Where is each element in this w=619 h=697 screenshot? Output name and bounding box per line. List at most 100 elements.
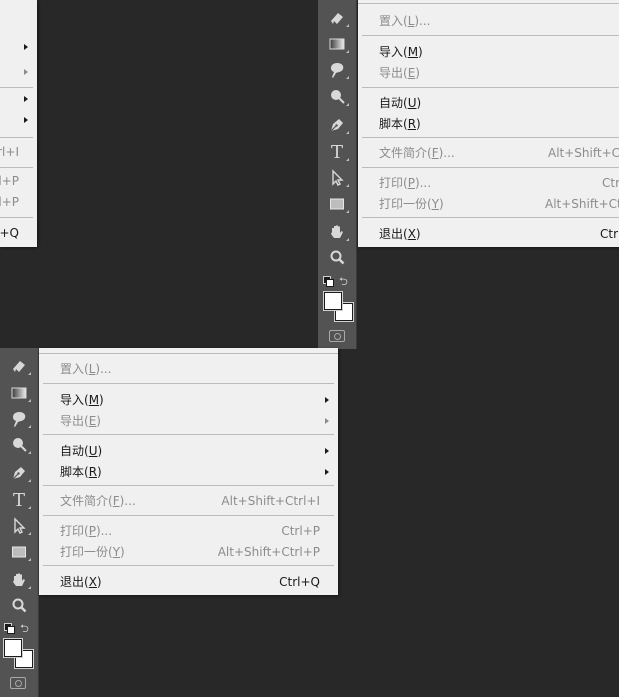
rectangle-tool-icon bbox=[12, 546, 26, 558]
tools-panel-bottom: T ⮌ bbox=[0, 348, 39, 697]
menu-item-exit-fragment[interactable]: +Q bbox=[0, 223, 37, 244]
menu-item-automate-fragment[interactable] bbox=[0, 89, 37, 110]
menu-item-label: 置入(L)... bbox=[60, 362, 112, 376]
file-menu-fragment-left: rl+I l+P l+P +Q bbox=[0, 0, 37, 247]
dodge-tool-icon bbox=[13, 438, 27, 452]
menu-item-automate[interactable]: 自动(U) bbox=[358, 93, 619, 114]
shortcut-text: Alt+Shift+Ctrl+P bbox=[217, 545, 320, 559]
menu-item-scripts[interactable]: 脚本(R) bbox=[39, 462, 338, 483]
menu-item-label: 导入(M) bbox=[379, 45, 423, 59]
menu-item-exit[interactable]: 退出(X) Ctrl bbox=[358, 224, 619, 245]
menu-item-label: 文件简介(F)... bbox=[60, 494, 136, 508]
gradient-tool[interactable] bbox=[0, 381, 38, 405]
gradient-tool[interactable] bbox=[318, 32, 356, 56]
eraser-tool[interactable] bbox=[0, 354, 38, 378]
menu-item-print-fragment[interactable]: l+P bbox=[0, 171, 37, 192]
rectangle-tool[interactable] bbox=[0, 540, 38, 564]
blur-tool[interactable] bbox=[318, 58, 356, 82]
menu-item-file-info[interactable]: 文件简介(F)... Alt+Shift+Ct bbox=[358, 143, 619, 164]
menu-item-label: 文件简介(F)... bbox=[379, 146, 455, 160]
menu-item-scripts[interactable]: 脚本(R) bbox=[358, 114, 619, 135]
hand-tool[interactable] bbox=[318, 220, 356, 244]
submenu-arrow-icon bbox=[24, 44, 28, 50]
menu-item-place[interactable]: 置入(L)... bbox=[358, 11, 619, 32]
menu-item-label: 打印一份(Y) bbox=[60, 545, 125, 559]
pen-tool[interactable] bbox=[318, 113, 356, 137]
pen-tool[interactable] bbox=[0, 461, 38, 485]
type-tool[interactable]: T bbox=[0, 488, 38, 512]
zoom-tool[interactable] bbox=[0, 594, 38, 618]
menu-separator bbox=[362, 87, 619, 88]
blur-tool-icon bbox=[330, 63, 344, 78]
quick-mask-icon[interactable] bbox=[329, 330, 345, 342]
pen-tool-icon bbox=[12, 467, 25, 480]
hand-tool-icon bbox=[13, 573, 25, 586]
blur-tool[interactable] bbox=[0, 407, 38, 431]
menu-separator bbox=[362, 217, 619, 218]
gradient-tool-icon bbox=[329, 38, 345, 50]
eraser-tool-icon bbox=[13, 361, 25, 372]
submenu-arrow-icon bbox=[325, 448, 329, 454]
shortcut-text: Ctrl bbox=[600, 227, 619, 241]
zoom-tool[interactable] bbox=[318, 246, 356, 270]
menu-item-import[interactable]: 导入(M) bbox=[358, 42, 619, 63]
menu-item-print-one[interactable]: 打印一份(Y) Alt+Shift+Ctrl+P bbox=[39, 542, 338, 563]
menu-item-file-info[interactable]: 文件简介(F)... Alt+Shift+Ctrl+I bbox=[39, 491, 338, 512]
path-selection-tool[interactable] bbox=[318, 166, 356, 190]
shortcut-text: rl+I bbox=[0, 145, 19, 159]
menu-item-label: 自动(U) bbox=[60, 444, 103, 458]
menu-separator bbox=[43, 485, 334, 486]
menu-item-import-fragment[interactable] bbox=[0, 37, 37, 58]
eraser-tool[interactable] bbox=[318, 6, 356, 30]
zoom-tool-icon bbox=[12, 598, 27, 613]
hand-tool[interactable] bbox=[0, 568, 38, 592]
swap-colors-icon[interactable]: ⮌ bbox=[20, 620, 29, 639]
blur-tool-icon bbox=[12, 412, 26, 427]
menu-item-label: 导出(E) bbox=[379, 66, 420, 80]
type-tool-icon: T bbox=[330, 141, 343, 163]
menu-item-export[interactable]: 导出(E) bbox=[39, 411, 338, 432]
dodge-tool[interactable] bbox=[318, 85, 356, 109]
default-colors-icon[interactable] bbox=[323, 276, 334, 287]
menu-item-label: 置入(L)... bbox=[379, 14, 431, 28]
menu-separator bbox=[43, 434, 334, 435]
shortcut-text: l+P bbox=[0, 195, 19, 209]
menu-item-print-one-fragment[interactable]: l+P bbox=[0, 192, 37, 213]
dodge-tool[interactable] bbox=[0, 433, 38, 457]
path-selection-tool[interactable] bbox=[0, 514, 38, 538]
foreground-color-swatch[interactable] bbox=[323, 291, 343, 311]
menu-item-import[interactable]: 导入(M) bbox=[39, 390, 338, 411]
menu-item-automate[interactable]: 自动(U) bbox=[39, 441, 338, 462]
menu-item-label: 导入(M) bbox=[60, 393, 104, 407]
zoom-tool-icon bbox=[330, 250, 345, 265]
tools-panel-top: T ⮌ bbox=[318, 0, 357, 349]
default-colors-icon[interactable] bbox=[4, 623, 15, 634]
menu-item-print[interactable]: 打印(P)... Ctr bbox=[358, 173, 619, 194]
rectangle-tool[interactable] bbox=[318, 192, 356, 216]
menu-separator bbox=[362, 35, 619, 36]
menu-separator bbox=[0, 167, 33, 168]
menu-item-export[interactable]: 导出(E) bbox=[358, 63, 619, 84]
menu-item-file-info-fragment[interactable]: rl+I bbox=[0, 142, 37, 163]
submenu-arrow-icon bbox=[325, 397, 329, 403]
menu-separator bbox=[43, 515, 334, 516]
menu-separator bbox=[0, 87, 33, 88]
menu-item-export-fragment[interactable] bbox=[0, 62, 37, 83]
foreground-color-swatch[interactable] bbox=[3, 638, 23, 658]
menu-separator bbox=[362, 137, 619, 138]
menu-item-place[interactable]: 置入(L)... bbox=[39, 359, 338, 380]
menu-item-print[interactable]: 打印(P)... Ctrl+P bbox=[39, 521, 338, 542]
menu-item-scripts-fragment[interactable] bbox=[0, 110, 37, 131]
menu-item-label: 退出(X) bbox=[379, 227, 421, 241]
submenu-arrow-icon bbox=[325, 469, 329, 475]
eraser-tool-icon bbox=[331, 13, 343, 24]
menu-item-label: 退出(X) bbox=[60, 575, 102, 589]
rectangle-tool-icon bbox=[330, 198, 344, 210]
submenu-arrow-icon bbox=[24, 96, 28, 102]
file-menu-top: 置入(L)... 导入(M) 导出(E) 自动(U) 脚本(R) 文件简介(F)… bbox=[358, 0, 619, 247]
quick-mask-icon[interactable] bbox=[10, 677, 26, 689]
swap-colors-icon[interactable]: ⮌ bbox=[339, 273, 348, 292]
type-tool[interactable]: T bbox=[318, 140, 356, 164]
menu-item-print-one[interactable]: 打印一份(Y) Alt+Shift+Ctr bbox=[358, 194, 619, 215]
menu-item-exit[interactable]: 退出(X) Ctrl+Q bbox=[39, 572, 338, 593]
